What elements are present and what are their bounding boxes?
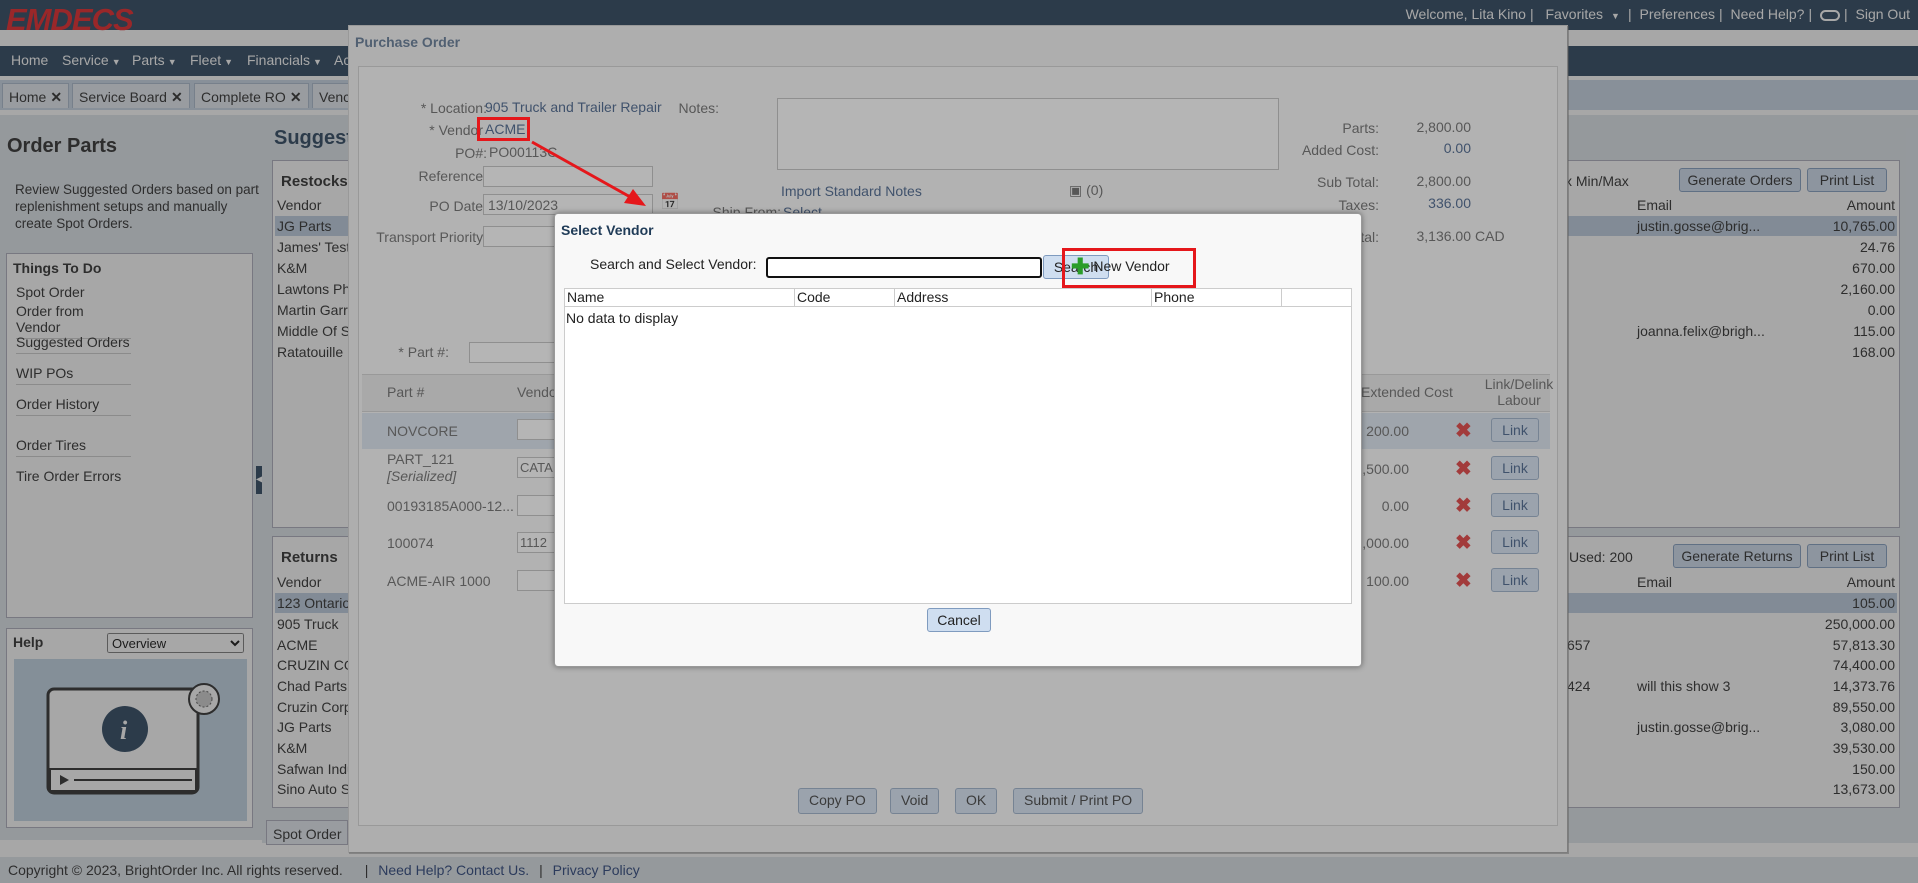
annotation-arrow <box>531 140 646 206</box>
